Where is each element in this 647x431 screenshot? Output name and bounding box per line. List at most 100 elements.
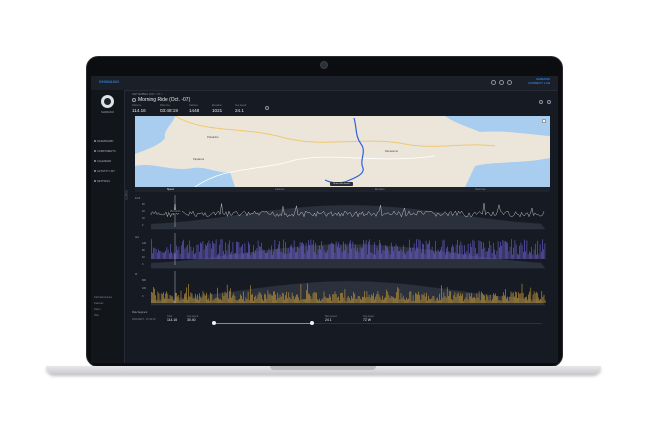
dashboard-icon <box>94 140 96 143</box>
power-bar <box>522 292 524 303</box>
power-bar <box>492 298 493 303</box>
sidebar-item-label: DASHBOARD <box>97 140 114 143</box>
power-bar <box>202 291 204 303</box>
power-bar <box>391 296 393 303</box>
power-bar <box>231 297 232 303</box>
power-bar <box>398 288 400 303</box>
power-bar <box>471 293 472 303</box>
chart-area[interactable]: km/h 60 40 20 0 25.6 km/h rpm 120 80 40 … <box>135 193 550 309</box>
power-bar <box>157 291 159 303</box>
sidebar-item-settings[interactable]: SETTINGS <box>94 180 110 183</box>
power-bar <box>209 300 210 303</box>
cadence-bar <box>359 247 361 259</box>
cadence-bar <box>386 246 387 259</box>
back-icon[interactable] <box>132 98 136 102</box>
cadence-bar <box>447 246 448 259</box>
cadence-bar <box>226 250 228 259</box>
slider-start-handle[interactable] <box>212 321 216 325</box>
power-bar <box>441 285 442 303</box>
cadence-bar <box>421 253 422 259</box>
cadence-bar <box>502 240 504 259</box>
cadence-bar <box>334 252 336 259</box>
cadence-bar <box>184 248 186 259</box>
footer-link[interactable]: Kalender <box>94 302 104 305</box>
cadence-bar <box>367 254 368 259</box>
power-bar <box>251 294 252 303</box>
sidebar-item-components[interactable]: COMPONENTS <box>94 150 116 153</box>
power-bar <box>468 293 470 303</box>
power-bar <box>321 299 323 303</box>
tab-elevation[interactable]: Elevation <box>375 188 385 191</box>
power-bar <box>410 291 412 303</box>
cadence-bar <box>491 252 493 259</box>
tab-heart-rate[interactable]: Heart rate <box>475 188 486 191</box>
power-bar <box>287 298 288 303</box>
power-bar <box>203 293 205 303</box>
more-icon[interactable] <box>547 100 551 104</box>
cadence-bar <box>305 243 307 259</box>
power-bar <box>416 293 417 303</box>
power-bar <box>284 299 285 303</box>
power-bar <box>261 294 262 303</box>
power-bar <box>330 296 331 303</box>
power-bar <box>394 298 395 303</box>
breadcrumb[interactable]: SEPTEMBER 2021 > 07 > <box>132 93 163 96</box>
cadence-bar <box>375 254 376 259</box>
route-map[interactable]: Pukekohe Papakura Ramarama Show ride det… <box>135 116 550 187</box>
power-bar <box>247 291 249 303</box>
help-icon[interactable] <box>499 80 504 85</box>
footer-link[interactable]: Daten <box>94 308 100 311</box>
power-bar <box>369 297 371 303</box>
power-bar <box>229 290 230 303</box>
cadence-bar <box>537 240 538 259</box>
cadence-bar <box>526 240 528 259</box>
cadence-bar <box>292 248 294 259</box>
sidebar-item-activity-list[interactable]: ACTIVITY LIST <box>94 170 115 173</box>
power-bar <box>179 300 181 303</box>
power-bar <box>417 294 418 303</box>
notification-icon[interactable] <box>491 80 496 85</box>
power-bar <box>448 295 449 303</box>
power-bar <box>411 300 413 303</box>
power-bar <box>486 294 488 303</box>
tab-speed[interactable]: Speed <box>167 188 174 191</box>
sidebar-item-calendar[interactable]: CALENDAR <box>94 160 111 163</box>
power-bar <box>494 295 495 303</box>
cadence-bar <box>211 248 212 259</box>
brand-logo[interactable]: SHIMANO <box>99 79 119 84</box>
power-bar <box>538 297 539 303</box>
connect-lab-logo[interactable]: SHIMANO CONNECT LAB <box>528 77 550 85</box>
cadence-bar <box>365 240 367 259</box>
avatar[interactable] <box>101 95 114 108</box>
cadence-bar <box>301 242 302 259</box>
power-bar <box>173 300 174 303</box>
share-icon[interactable] <box>539 100 543 104</box>
power-bar <box>372 295 373 303</box>
power-bar <box>204 295 206 303</box>
cadence-bar <box>394 246 396 259</box>
cadence-bar <box>400 249 402 259</box>
footer-link[interactable]: Fahrradcomputer <box>94 296 112 299</box>
cadence-bar <box>440 249 441 259</box>
power-bar <box>196 298 197 303</box>
power-bar <box>531 300 533 303</box>
cadence-bar <box>397 246 398 259</box>
power-bar <box>385 297 386 303</box>
info-icon[interactable] <box>265 106 269 110</box>
cadence-bar <box>208 240 210 259</box>
cadence-bar <box>436 251 438 259</box>
tab-cadence[interactable]: Cadence <box>275 188 285 191</box>
cadence-bar <box>303 243 304 259</box>
power-bar <box>170 295 172 303</box>
user-icon[interactable] <box>507 80 512 85</box>
show-details-button[interactable]: Show ride details <box>330 182 353 186</box>
footer-link[interactable]: Hilfe <box>94 314 99 317</box>
tick-label: 80 <box>142 249 145 252</box>
power-bar <box>366 291 368 303</box>
fullscreen-icon[interactable] <box>542 119 546 123</box>
sidebar-item-dashboard[interactable]: DASHBOARD <box>94 140 113 143</box>
cadence-bar <box>355 245 356 259</box>
stat-distance: Distance 114.16 <box>132 104 146 113</box>
cadence-bar <box>512 254 513 259</box>
cadence-bar <box>323 250 325 259</box>
